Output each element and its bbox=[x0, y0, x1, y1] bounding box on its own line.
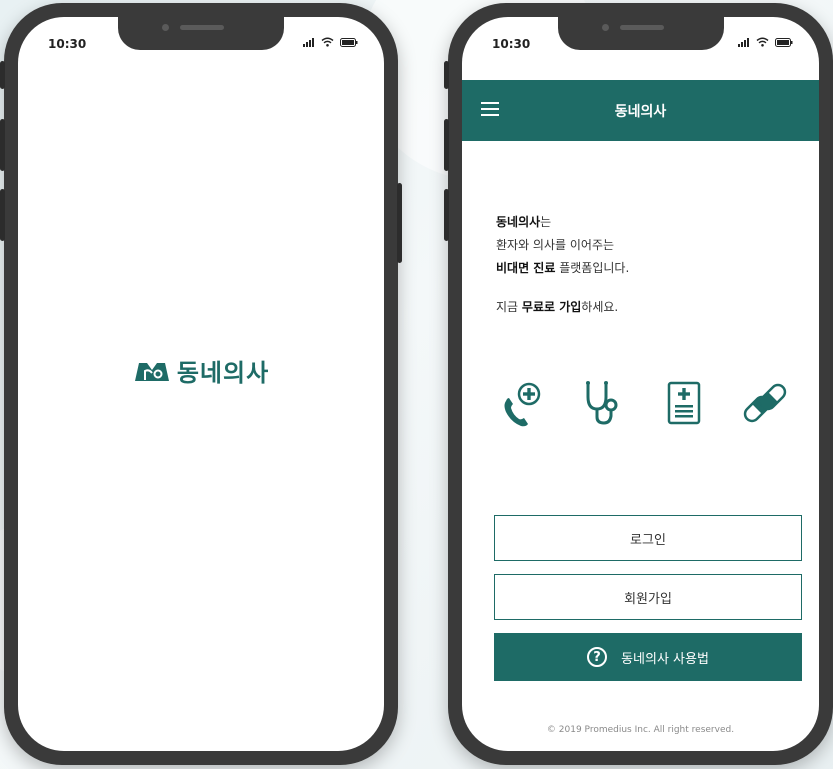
status-time: 10:30 bbox=[48, 37, 87, 51]
volume-down-button bbox=[0, 189, 5, 241]
status-bar: 10:30 bbox=[462, 17, 819, 61]
volume-up-button bbox=[0, 119, 5, 171]
power-button bbox=[397, 183, 402, 263]
pills-icon bbox=[743, 383, 787, 423]
home-phone: 10:30 동네의사 동네의사는 환자와 의사를 이어주는 비대면 진료 플랫폼… bbox=[444, 3, 833, 765]
stethoscope-icon bbox=[586, 381, 618, 425]
wifi-icon bbox=[756, 37, 769, 47]
brand-logo-icon bbox=[134, 362, 169, 381]
battery-icon bbox=[775, 37, 793, 47]
login-button[interactable]: 로그인 bbox=[494, 515, 802, 561]
intro-text: 동네의사는 환자와 의사를 이어주는 비대면 진료 플랫폼입니다. 지금 무료로… bbox=[496, 211, 629, 319]
signal-icon bbox=[738, 37, 749, 47]
mute-switch bbox=[444, 61, 449, 89]
medical-document-icon bbox=[667, 381, 701, 425]
intro-line-3-rest: 플랫폼입니다. bbox=[555, 261, 630, 275]
volume-up-button bbox=[444, 119, 449, 171]
help-icon: ? bbox=[587, 647, 608, 667]
app-title: 동네의사 bbox=[614, 104, 667, 120]
signal-icon bbox=[303, 37, 314, 47]
status-time: 10:30 bbox=[492, 37, 531, 51]
splash-screen: 10:30 동네의사 bbox=[18, 17, 384, 751]
intro-line-2: 환자와 의사를 이어주는 bbox=[496, 238, 615, 252]
battery-icon bbox=[340, 37, 358, 47]
intro-highlight: 비대면 진료 bbox=[496, 261, 556, 275]
splash-title: 동네의사 bbox=[176, 359, 270, 387]
feature-icons bbox=[500, 379, 800, 439]
volume-down-button bbox=[444, 189, 449, 241]
guide-button-label: 동네의사 사용법 bbox=[621, 651, 709, 667]
mute-switch bbox=[0, 61, 5, 89]
wifi-icon bbox=[321, 37, 334, 47]
app-bar: 동네의사 bbox=[462, 80, 819, 141]
copyright-text: © 2019 Promedius Inc. All right reserved… bbox=[546, 725, 735, 735]
phone-call-plus-icon bbox=[504, 382, 541, 427]
intro-suffix: 는 bbox=[540, 215, 552, 229]
signup-button[interactable]: 회원가입 bbox=[494, 574, 802, 620]
splash-logo: 동네의사 bbox=[18, 353, 384, 388]
intro-cta-pre: 지금 bbox=[496, 300, 522, 314]
intro-cta-rest: 하세요. bbox=[581, 300, 619, 314]
splash-phone: 10:30 동네의사 bbox=[0, 3, 402, 765]
intro-cta-bold: 무료로 가입 bbox=[521, 300, 582, 314]
guide-button[interactable]: ? 동네의사 사용법 bbox=[494, 633, 802, 681]
intro-brand: 동네의사 bbox=[496, 215, 541, 229]
status-bar: 10:30 bbox=[18, 17, 384, 61]
home-screen: 10:30 동네의사 동네의사는 환자와 의사를 이어주는 비대면 진료 플랫폼… bbox=[462, 17, 819, 751]
